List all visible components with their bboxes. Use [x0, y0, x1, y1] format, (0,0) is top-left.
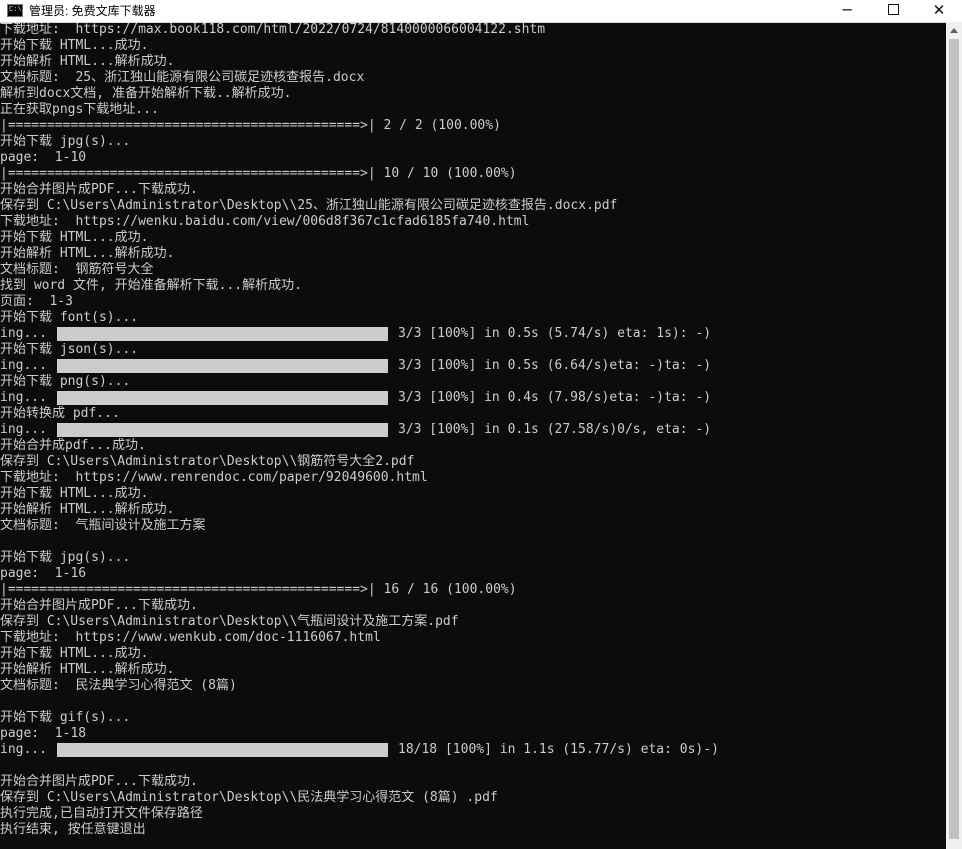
minimize-button[interactable]: ─: [824, 0, 870, 22]
progress-bar: [57, 423, 388, 437]
console-line: 开始下载 gif(s)...: [0, 710, 131, 725]
progress-stats: 3/3 [100%] in 0.1s (27.58/s)0/s, eta: -): [398, 422, 712, 437]
console-line: 解析到docx文档, 准备开始解析下载..解析成功.: [0, 86, 292, 101]
console-line: 下载地址: https://www.renrendoc.com/paper/92…: [0, 470, 428, 485]
console-line: 下载地址: https://www.wenkub.com/doc-1116067…: [0, 630, 381, 645]
console-line: 保存到 C:\Users\Administrator\Desktop\\气瓶间设…: [0, 614, 459, 629]
console-line: 下载地址: https://max.book118.com/html/2022/…: [0, 22, 546, 37]
console-line: |=======================================…: [0, 118, 501, 133]
maximize-icon: [887, 4, 899, 15]
progress-bar-fill: [58, 359, 388, 373]
console-line: 保存到 C:\Users\Administrator\Desktop\\钢筋符号…: [0, 454, 415, 469]
console-line: 保存到 C:\Users\Administrator\Desktop\\民法典学…: [0, 790, 498, 805]
progress-prefix: ing...: [0, 326, 63, 341]
console-line: 页面: 1-3: [0, 294, 73, 309]
console-line: 开始下载 HTML...成功.: [0, 486, 149, 501]
progress-prefix: ing...: [0, 358, 63, 373]
console-line: 开始解析 HTML...解析成功.: [0, 502, 175, 517]
progress-line: ing... 3/3 [100%] in 0.1s (27.58/s)0/s, …: [0, 422, 946, 438]
scroll-up-arrow-icon[interactable]: [950, 28, 958, 33]
progress-stats: 3/3 [100%] in 0.4s (7.98/s)eta: -)ta: -): [398, 390, 712, 405]
console-line: 执行结束, 按任意键退出: [0, 822, 146, 837]
console-line: 开始下载 HTML...成功.: [0, 38, 149, 53]
progress-bar-fill: [58, 391, 388, 405]
progress-stats: 18/18 [100%] in 1.1s (15.77/s) eta: 0s)-…: [398, 742, 719, 757]
console-line: |=======================================…: [0, 582, 517, 597]
console-line: 找到 word 文件, 开始准备解析下载...解析成功.: [0, 278, 302, 293]
progress-prefix: ing...: [0, 390, 63, 405]
close-button[interactable]: ✕: [916, 0, 962, 22]
progress-bar-fill: [58, 423, 388, 437]
console-line: 开始下载 font(s)...: [0, 310, 139, 325]
console-line: |=======================================…: [0, 166, 517, 181]
console-line: 下载地址: https://wenku.baidu.com/view/006d8…: [0, 214, 530, 229]
progress-bar-fill: [58, 743, 388, 757]
console-line: 开始下载 HTML...成功.: [0, 230, 149, 245]
console-line: 开始合并图片成PDF...下载成功.: [0, 774, 198, 789]
progress-line: ing... 3/3 [100%] in 0.5s (5.74/s) eta: …: [0, 326, 946, 342]
console-line: page: 1-10: [0, 150, 87, 165]
progress-bar: [57, 743, 388, 757]
progress-line: ing... 18/18 [100%] in 1.1s (15.77/s) et…: [0, 742, 946, 758]
console-line: 开始下载 json(s)...: [0, 342, 139, 357]
progress-bar: [57, 391, 388, 405]
console-line: 开始下载 jpg(s)...: [0, 550, 131, 565]
console-line: 文档标题: 钢筋符号大全: [0, 262, 154, 277]
vertical-scrollbar[interactable]: [946, 22, 962, 849]
progress-prefix: ing...: [0, 422, 63, 437]
maximize-button[interactable]: [870, 0, 916, 22]
console-line: 开始解析 HTML...解析成功.: [0, 662, 175, 677]
console-line: page: 1-16: [0, 566, 87, 581]
title-bar[interactable]: C:\ 管理员: 免费文库下载器 ─ ✕: [0, 0, 962, 23]
console-app-icon[interactable]: C:\: [7, 4, 23, 17]
progress-stats: 3/3 [100%] in 0.5s (6.64/s)eta: -)ta: -): [398, 358, 712, 373]
progress-line: ing... 3/3 [100%] in 0.5s (6.64/s)eta: -…: [0, 358, 946, 374]
console-line: 文档标题: 气瓶间设计及施工方案: [0, 518, 206, 533]
console-line: 开始下载 jpg(s)...: [0, 134, 131, 149]
progress-bar: [57, 327, 388, 341]
console-line: 开始合并图片成PDF...下载成功.: [0, 598, 198, 613]
window-title: 管理员: 免费文库下载器: [29, 4, 156, 18]
progress-bar: [57, 359, 388, 373]
console-line: 正在获取pngs下载地址...: [0, 102, 159, 117]
console-line: 开始下载 HTML...成功.: [0, 646, 149, 661]
console-line: page: 1-18: [0, 726, 87, 741]
console-line: 保存到 C:\Users\Administrator\Desktop\\25、浙…: [0, 198, 618, 213]
console-output[interactable]: 下载地址: https://max.book118.com/html/2022/…: [0, 22, 946, 849]
progress-stats: 3/3 [100%] in 0.5s (5.74/s) eta: 1s): -): [398, 326, 712, 341]
progress-bar-fill: [58, 327, 388, 341]
console-line: 开始转换成 pdf...: [0, 406, 120, 421]
console-line: 文档标题: 25、浙江独山能源有限公司碳足迹核查报告.docx: [0, 70, 365, 85]
console-line: 执行完成,已自动打开文件保存路径: [0, 806, 203, 821]
progress-line: ing... 3/3 [100%] in 0.4s (7.98/s)eta: -…: [0, 390, 946, 406]
console-line: 开始解析 HTML...解析成功.: [0, 54, 175, 69]
console-line: 文档标题: 民法典学习心得范文 (8篇): [0, 678, 237, 693]
console-line: 开始合并成pdf...成功.: [0, 438, 146, 453]
console-line: 开始下载 png(s)...: [0, 374, 131, 389]
console-line: 开始解析 HTML...解析成功.: [0, 246, 175, 261]
scrollbar-thumb[interactable]: [949, 39, 959, 839]
progress-prefix: ing...: [0, 742, 63, 757]
console-line: 开始合并图片成PDF...下载成功.: [0, 182, 198, 197]
